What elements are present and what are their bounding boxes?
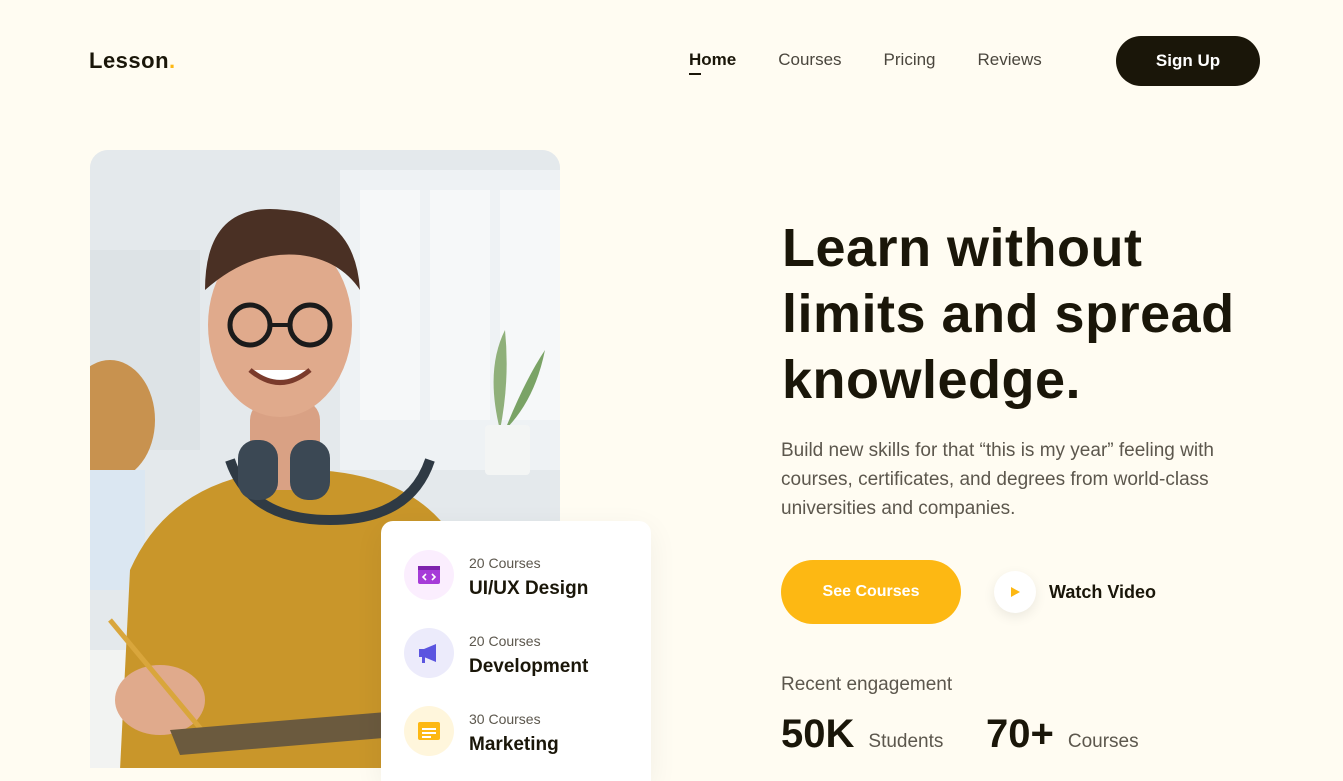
document-icon xyxy=(404,706,454,756)
stat-courses: 70+ Courses xyxy=(986,712,1139,757)
watch-video-label: Watch Video xyxy=(1049,581,1157,602)
nav-courses[interactable]: Courses xyxy=(778,50,841,70)
category-card: 20 Courses UI/UX Design 20 Courses Devel… xyxy=(381,521,651,781)
nav-pricing[interactable]: Pricing xyxy=(884,50,936,70)
nav-home[interactable]: Home xyxy=(689,50,736,75)
stat-value: 50K xyxy=(781,712,855,756)
stat-students: 50K Students xyxy=(781,712,943,757)
logo-text: Lesson xyxy=(89,48,170,73)
logo[interactable]: Lesson. xyxy=(89,48,176,74)
category-name: UI/UX Design xyxy=(469,578,589,599)
category-count: 20 Courses xyxy=(469,555,541,571)
category-count: 30 Courses xyxy=(469,711,541,727)
category-name: Marketing xyxy=(469,734,559,755)
category-item-development[interactable]: 20 Courses Development xyxy=(404,626,644,678)
engagement-label: Recent engagement xyxy=(781,674,953,695)
stat-value: 70+ xyxy=(986,712,1054,756)
category-count: 20 Courses xyxy=(469,633,541,649)
see-courses-button[interactable]: See Courses xyxy=(781,560,961,624)
sign-up-button[interactable]: Sign Up xyxy=(1116,36,1260,86)
nav-reviews[interactable]: Reviews xyxy=(978,50,1042,70)
megaphone-icon xyxy=(404,628,454,678)
category-item-ui-ux-design[interactable]: 20 Courses UI/UX Design xyxy=(404,548,644,600)
category-item-marketing[interactable]: 30 Courses Marketing xyxy=(404,704,644,756)
watch-video-button[interactable]: Watch Video xyxy=(994,571,1156,613)
play-icon[interactable] xyxy=(994,571,1036,613)
hero-headline: Learn without limits and spread knowledg… xyxy=(782,218,1235,410)
logo-dot: . xyxy=(169,48,176,73)
category-name: Development xyxy=(469,656,589,677)
stat-label: Students xyxy=(868,731,944,752)
hero-subtext: Build new skills for that “this is my ye… xyxy=(781,440,1214,519)
code-window-icon xyxy=(404,550,454,600)
main-nav: Home Courses Pricing Reviews xyxy=(689,50,1084,75)
stat-label: Courses xyxy=(1067,731,1139,752)
